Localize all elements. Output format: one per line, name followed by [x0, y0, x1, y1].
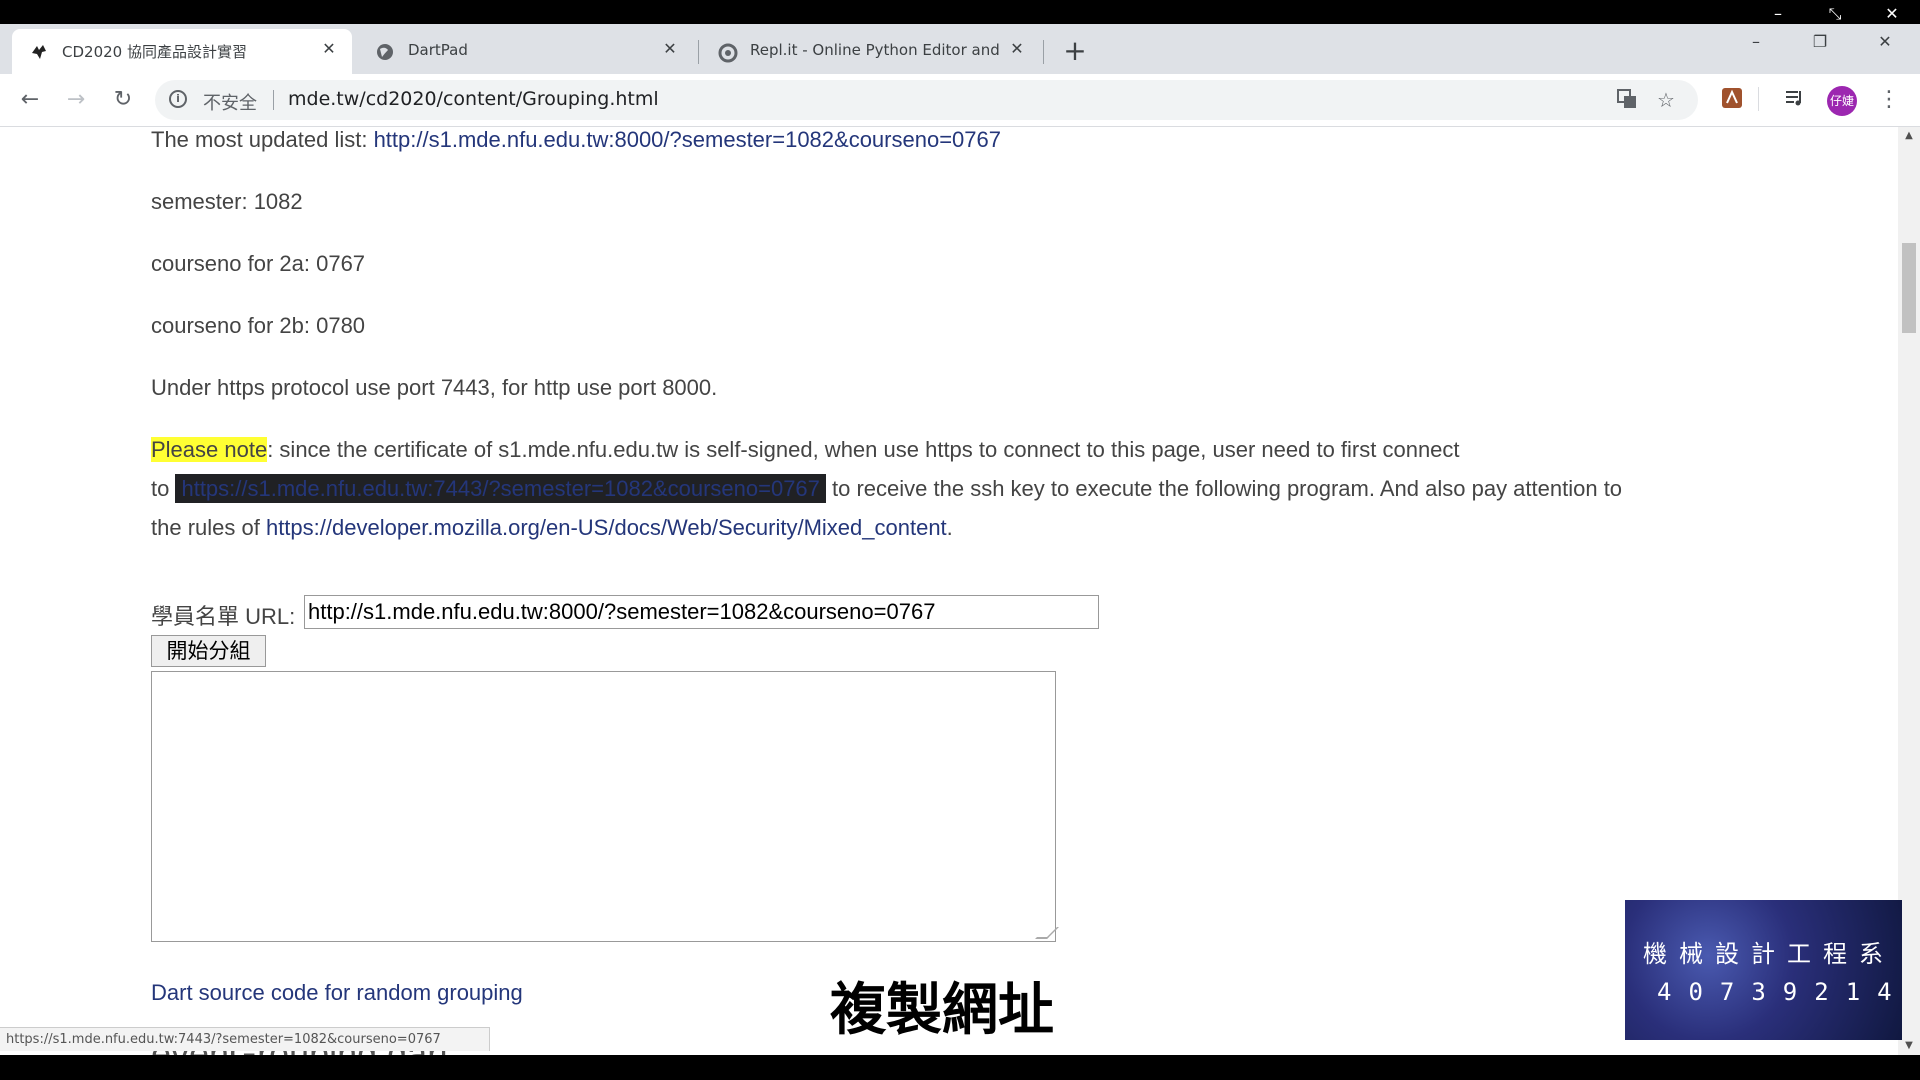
note-text-1: : since the certificate of s1.mde.nfu.ed… — [267, 437, 1460, 462]
tab-cd2020[interactable]: CD2020 協同產品設計實習 ✕ — [12, 29, 352, 74]
close-window-icon[interactable]: ✕ — [1862, 32, 1908, 51]
address-bar[interactable]: i 不安全 mde.tw/cd2020/content/Grouping.htm… — [155, 80, 1698, 120]
department-badge: 機械設計工程系 40739214 — [1625, 900, 1902, 1040]
avatar[interactable]: 仔婕 — [1827, 86, 1857, 116]
department-name: 機械設計工程系 — [1643, 940, 1895, 968]
replit-icon — [718, 43, 738, 63]
roster-url-input[interactable]: http://s1.mde.nfu.edu.tw:8000/?semester=… — [304, 595, 1099, 629]
minimize-icon[interactable]: – — [1758, 4, 1798, 23]
start-grouping-button[interactable]: 開始分組 — [151, 635, 266, 667]
semester-text: semester: 1082 — [151, 189, 303, 214]
security-label[interactable]: 不安全 — [203, 89, 257, 115]
updated-list-link[interactable]: http://s1.mde.nfu.edu.tw:8000/?semester=… — [374, 127, 1001, 152]
close-window-icon[interactable]: ✕ — [1872, 4, 1912, 23]
note-text-2: to receive the ssh key to execute the fo… — [825, 476, 1623, 501]
dart-source-link[interactable]: Dart source code for random grouping — [151, 980, 523, 1005]
tab-strip: CD2020 協同產品設計實習 ✕ DartPad ✕ Repl.it - On… — [0, 24, 1920, 74]
note-line-2: to https://s1.mde.nfu.edu.tw:7443/?semes… — [151, 474, 1623, 503]
dart-source-line: Dart source code for random grouping — [151, 980, 523, 1006]
resize-grip-icon[interactable] — [1035, 927, 1059, 939]
info-icon[interactable]: i — [169, 90, 187, 108]
browser-toolbar: ← → ↻ i 不安全 mde.tw/cd2020/content/Groupi… — [0, 74, 1920, 127]
bird-icon — [30, 43, 48, 61]
new-tab-button[interactable]: + — [1058, 34, 1092, 68]
please-note-highlight: Please note — [151, 437, 268, 462]
tab-separator — [698, 40, 699, 64]
video-subtitle: 複製網址 — [830, 978, 1054, 1043]
note-text-3-suffix: . — [946, 515, 953, 540]
protocol-note-text: Under https protocol use port 7443, for … — [151, 375, 718, 400]
close-tab-icon[interactable]: ✕ — [1006, 38, 1028, 60]
updated-list-line: The most updated list: http://s1.mde.nfu… — [151, 127, 1001, 153]
student-id: 40739214 — [1657, 978, 1909, 1006]
tab-replit[interactable]: Repl.it - Online Python Editor and IDE ✕ — [700, 29, 1040, 74]
top-letterbox: – ⤡ ✕ — [0, 0, 1920, 24]
bottom-letterbox — [0, 1055, 1920, 1080]
scroll-up-arrow-icon[interactable]: ▲ — [1898, 127, 1920, 145]
tab-separator — [1043, 40, 1044, 64]
note-line-1: Please note: since the certificate of s1… — [151, 437, 1460, 463]
note-to: to — [151, 476, 176, 501]
status-bar: https://s1.mde.nfu.edu.tw:7443/?semester… — [0, 1027, 490, 1051]
close-tab-icon[interactable]: ✕ — [318, 38, 340, 60]
pdf-extension-icon[interactable] — [1719, 87, 1745, 113]
tab-title: Repl.it - Online Python Editor and IDE — [750, 41, 1000, 59]
globe-icon — [376, 43, 394, 61]
url-label: 學員名單 URL: — [151, 604, 296, 629]
tab-title: CD2020 協同產品設計實習 — [62, 43, 247, 61]
reload-icon[interactable]: ↻ — [107, 84, 139, 116]
menu-dots-icon[interactable]: ⋮ — [1878, 85, 1900, 115]
bookmark-star-icon[interactable]: ☆ — [1653, 88, 1679, 112]
back-arrow-icon[interactable]: ← — [14, 84, 46, 116]
minimize-icon[interactable]: – — [1733, 32, 1779, 51]
updated-list-label: The most updated list: — [151, 127, 374, 152]
close-tab-icon[interactable]: ✕ — [659, 38, 681, 60]
media-control-icon[interactable] — [1782, 87, 1808, 113]
note-line-3: the rules of https://developer.mozilla.o… — [151, 515, 953, 541]
courseno-2b-text: courseno for 2b: 0780 — [151, 313, 366, 338]
maximize-icon[interactable]: ❐ — [1797, 32, 1843, 51]
scrollbar-thumb[interactable] — [1902, 243, 1916, 333]
tab-title: DartPad — [408, 41, 468, 59]
omnibox-separator — [273, 90, 274, 110]
page-content: The most updated list: http://s1.mde.nfu… — [0, 127, 1898, 1055]
mixed-content-link[interactable]: https://developer.mozilla.org/en-US/docs… — [266, 515, 947, 540]
translate-icon[interactable] — [1614, 88, 1640, 112]
restore-icon[interactable]: ⤡ — [1815, 4, 1855, 24]
url-text[interactable]: mde.tw/cd2020/content/Grouping.html — [288, 88, 659, 110]
toolbar-separator — [1758, 87, 1759, 111]
note-text-3-prefix: the rules of — [151, 515, 266, 540]
ssh-key-link[interactable]: https://s1.mde.nfu.edu.tw:7443/?semester… — [175, 474, 826, 503]
forward-arrow-icon[interactable]: → — [60, 84, 92, 116]
courseno-2a-text: courseno for 2a: 0767 — [151, 251, 366, 276]
grouping-output-textarea[interactable] — [151, 671, 1059, 942]
tab-dartpad[interactable]: DartPad ✕ — [358, 29, 693, 74]
